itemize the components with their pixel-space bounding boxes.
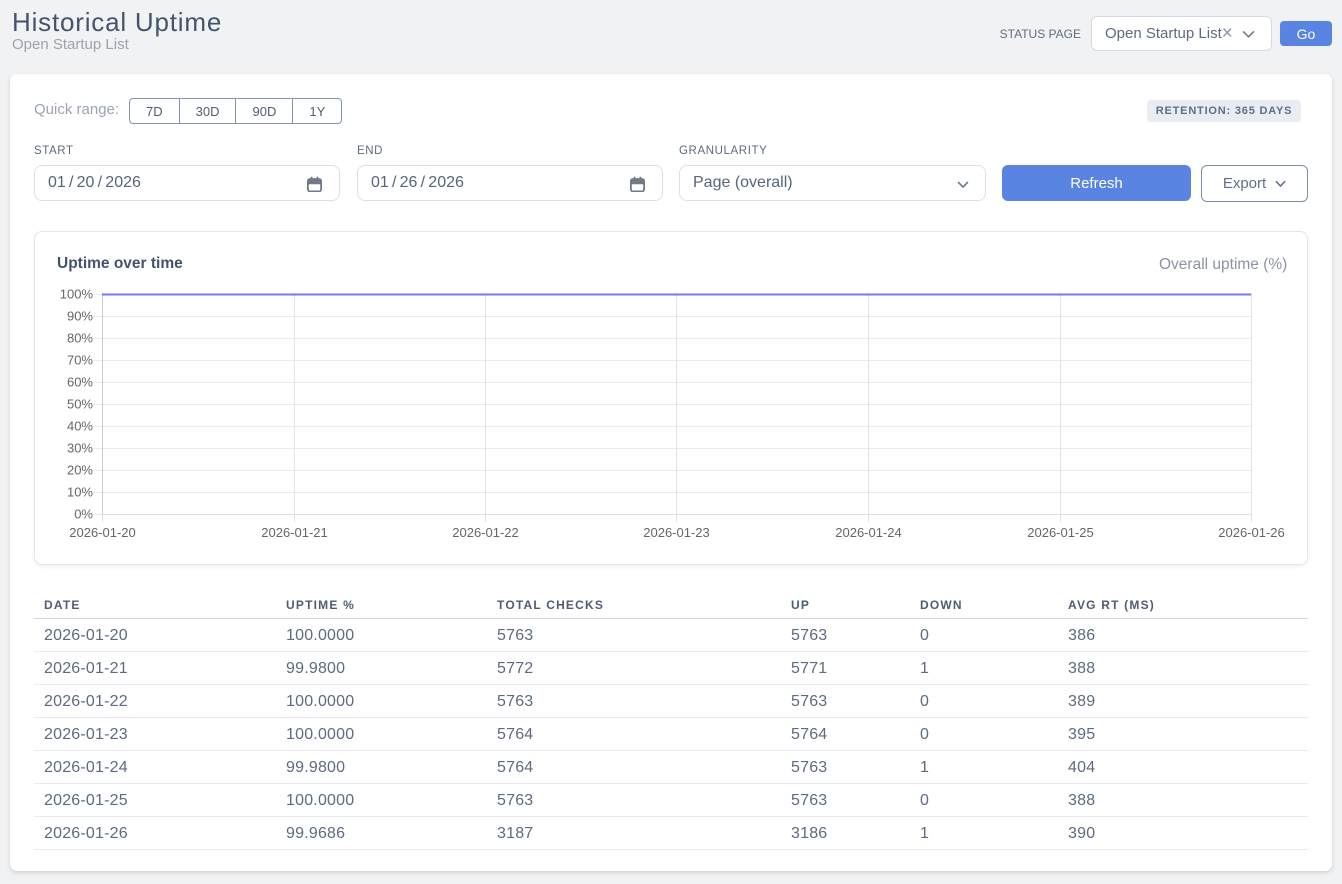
svg-text:90%: 90% [67,309,93,324]
svg-text:2026-01-20: 2026-01-20 [69,525,136,540]
svg-text:50%: 50% [67,397,93,412]
svg-text:2026-01-26: 2026-01-26 [1218,525,1285,540]
svg-text:40%: 40% [67,419,93,434]
svg-text:2026-01-24: 2026-01-24 [835,525,902,540]
svg-text:80%: 80% [67,331,93,346]
svg-text:70%: 70% [67,353,93,368]
svg-text:20%: 20% [67,463,93,478]
svg-text:2026-01-22: 2026-01-22 [452,525,519,540]
svg-text:0%: 0% [74,507,93,522]
svg-text:60%: 60% [67,375,93,390]
svg-text:2026-01-25: 2026-01-25 [1027,525,1094,540]
svg-text:30%: 30% [67,441,93,456]
svg-text:2026-01-21: 2026-01-21 [261,525,328,540]
svg-text:2026-01-23: 2026-01-23 [643,525,710,540]
svg-text:10%: 10% [67,485,93,500]
svg-text:100%: 100% [60,287,94,302]
